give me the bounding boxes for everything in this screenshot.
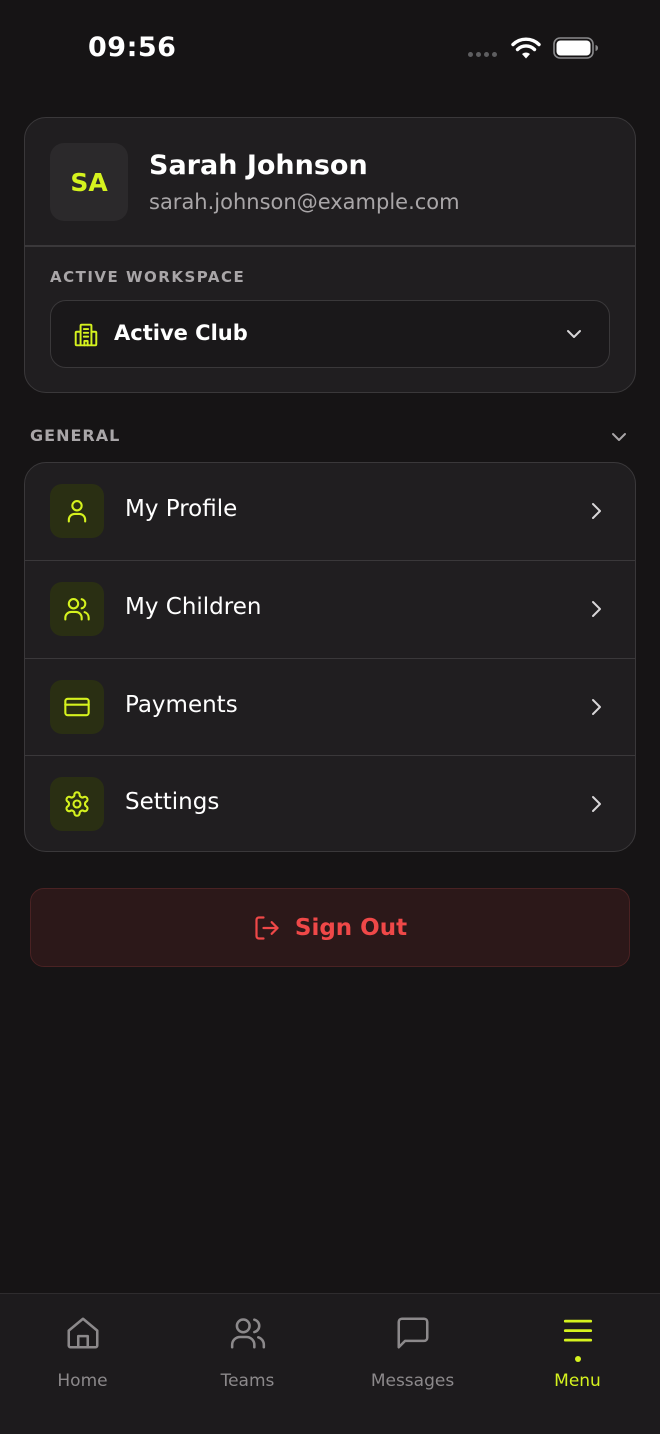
status-bar: 09:56: [0, 0, 660, 100]
nav-label: Teams: [220, 1371, 275, 1391]
menu-item-label: My Profile: [125, 496, 238, 522]
signal-dots-icon: [468, 52, 497, 57]
nav-item-menu[interactable]: Menu: [495, 1294, 660, 1434]
nav-label: Messages: [370, 1371, 455, 1391]
menu-icon-container: [50, 680, 104, 734]
workspace-name: Active Club: [114, 321, 248, 345]
workspace-label: ACTIVE WORKSPACE: [50, 268, 246, 286]
credit-card-icon: [64, 697, 90, 717]
sign-out-button[interactable]: Sign Out: [30, 888, 630, 967]
gear-icon: [65, 791, 89, 817]
menu-item-payments[interactable]: Payments: [25, 658, 635, 755]
menu-icon-container: [50, 484, 104, 538]
user-icon: [67, 500, 87, 523]
users-icon: [64, 598, 90, 621]
menu-item-label: Payments: [125, 692, 238, 718]
users-icon: [230, 1318, 266, 1349]
general-menu: My Profile My Children Payments Settings: [24, 462, 636, 852]
chevron-down-icon: [567, 330, 581, 338]
active-indicator-dot: [575, 1356, 581, 1362]
nav-label: Home: [57, 1371, 108, 1391]
logout-icon: [255, 915, 279, 940]
battery-icon: [553, 37, 598, 59]
profile-card: SA Sarah Johnson sarah.johnson@example.c…: [24, 117, 636, 393]
general-section-toggle[interactable]: GENERAL: [30, 426, 630, 450]
menu-screen: 09:56 SA Sarah Johnson sarah.johnson@exa…: [0, 0, 660, 1434]
sign-out-label: Sign Out: [294, 914, 408, 941]
menu-icon-container: [50, 582, 104, 636]
nav-item-home[interactable]: Home: [0, 1294, 165, 1434]
nav-item-teams[interactable]: Teams: [165, 1294, 330, 1434]
menu-item-my-profile[interactable]: My Profile: [25, 463, 635, 560]
message-icon: [397, 1317, 429, 1349]
user-email: sarah.johnson@example.com: [149, 190, 460, 214]
bottom-nav: Home Teams Messages Menu: [0, 1293, 660, 1434]
menu-item-label: My Children: [125, 594, 262, 620]
section-label: GENERAL: [30, 426, 121, 445]
menu-item-label: Settings: [125, 789, 220, 815]
home-icon: [67, 1317, 99, 1349]
menu-icon-container: [50, 777, 104, 831]
status-time: 09:56: [88, 32, 177, 63]
chevron-right-icon: [592, 503, 601, 519]
wifi-icon: [511, 37, 541, 59]
nav-item-messages[interactable]: Messages: [330, 1294, 495, 1434]
nav-label: Menu: [554, 1371, 601, 1391]
chevron-down-icon: [612, 433, 626, 441]
menu-item-settings[interactable]: Settings: [25, 755, 635, 851]
workspace-select[interactable]: Active Club: [50, 300, 610, 368]
chevron-right-icon: [592, 601, 601, 617]
chevron-right-icon: [592, 699, 601, 715]
divider: [25, 245, 635, 247]
menu-item-my-children[interactable]: My Children: [25, 560, 635, 657]
building-icon: [74, 323, 98, 347]
avatar: SA: [50, 143, 128, 221]
user-name: Sarah Johnson: [149, 150, 368, 181]
menu-icon: [563, 1319, 593, 1342]
chevron-right-icon: [592, 796, 601, 812]
